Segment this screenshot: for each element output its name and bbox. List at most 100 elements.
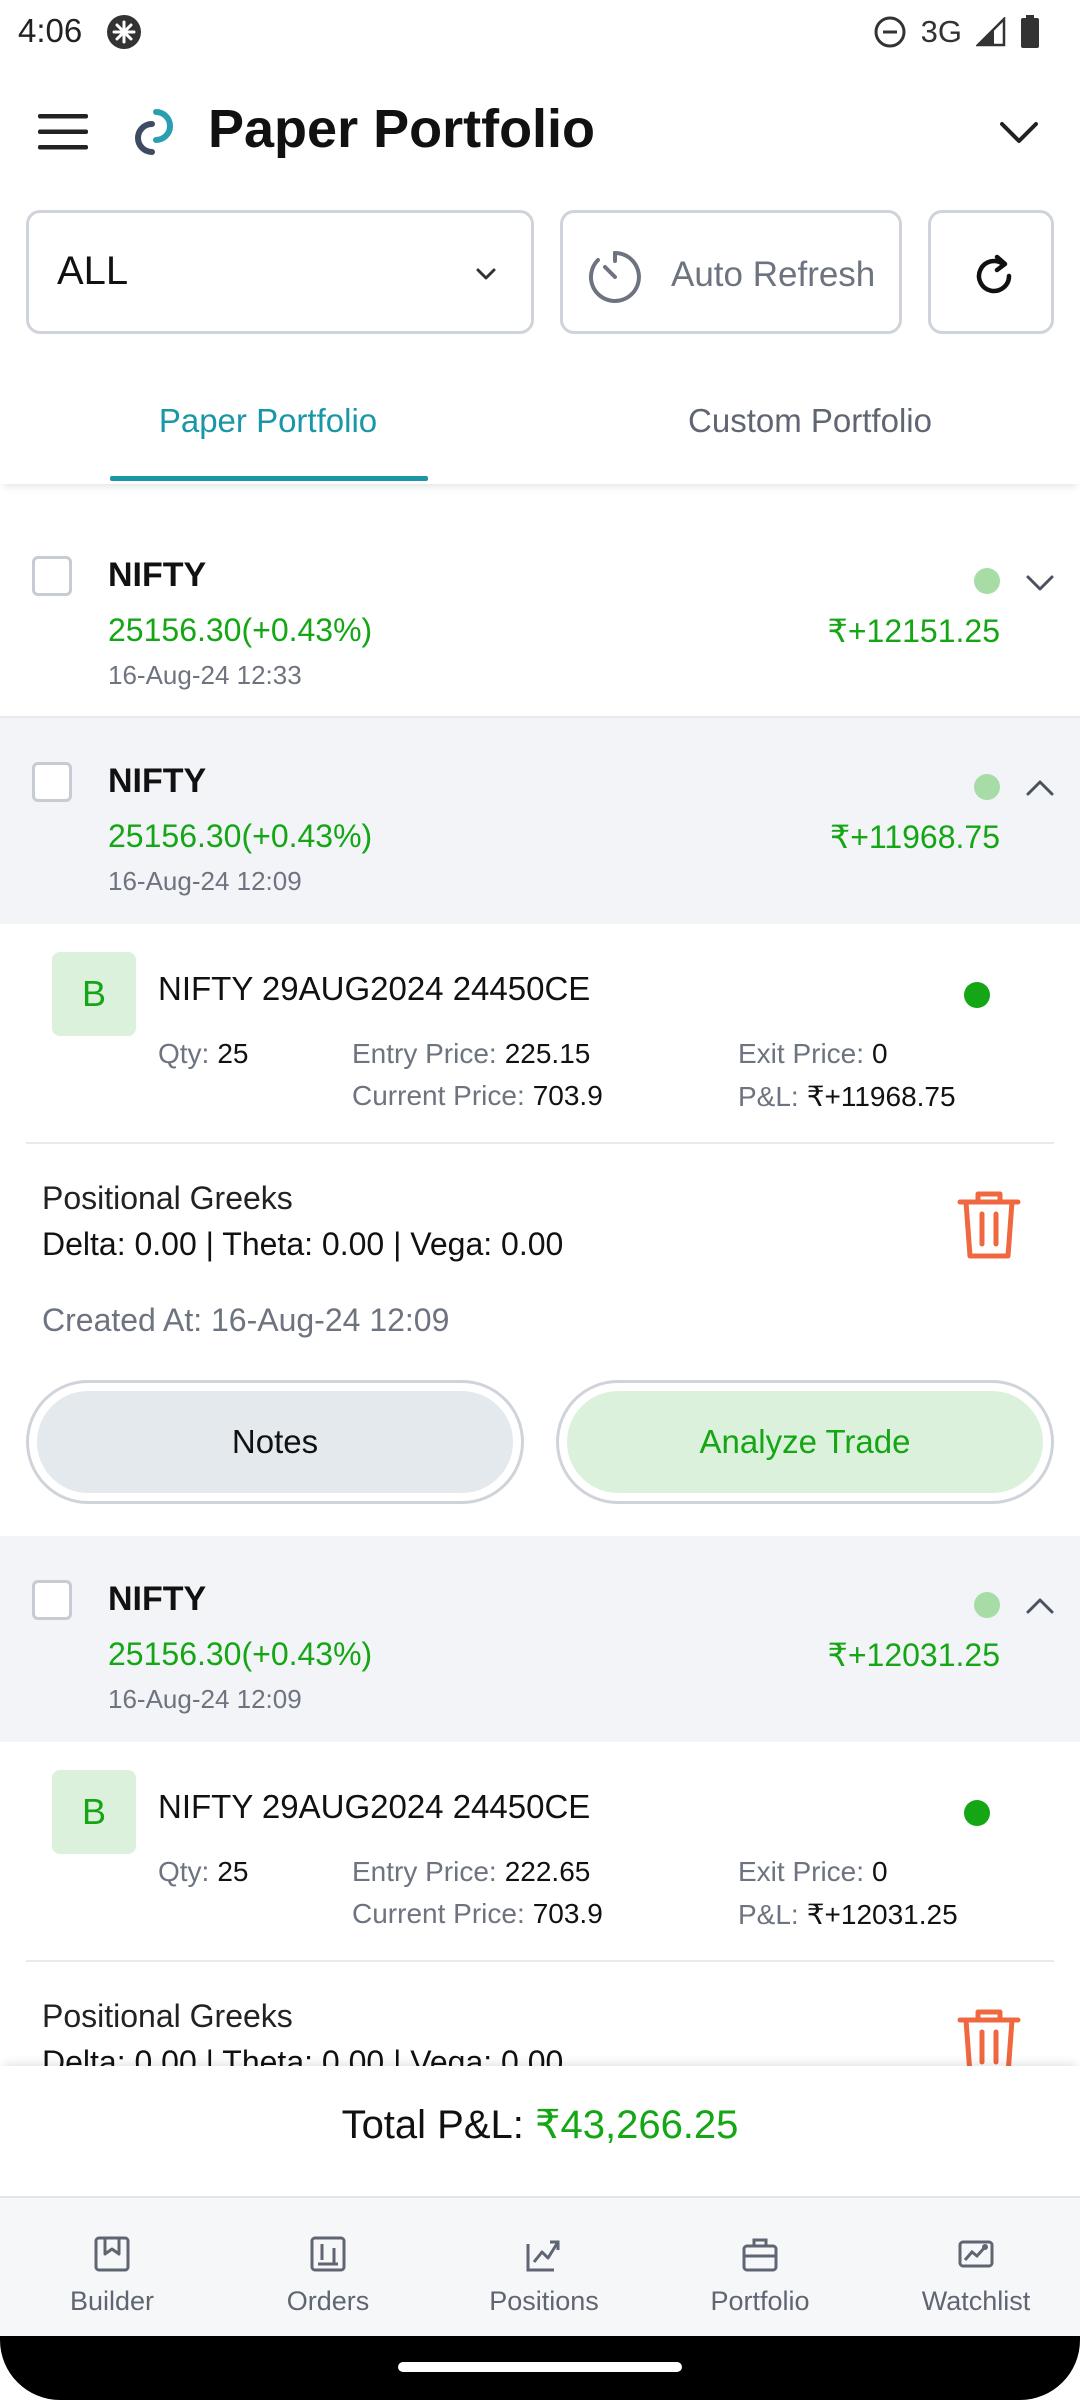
nav-orders[interactable]: Orders xyxy=(228,2234,428,2317)
group-pnl: ₹+12151.25 xyxy=(827,613,1000,649)
trash-icon[interactable] xyxy=(956,2006,1022,2066)
bottom-nav: Builder Orders Positions Portfolio Watch… xyxy=(0,2196,1080,2336)
active-tab-indicator xyxy=(110,476,428,481)
exit-label: Exit Price: xyxy=(738,1038,865,1069)
pnl-label: P&L: xyxy=(738,1899,799,1930)
group-price-change: 25156.30(+0.43%) xyxy=(108,612,373,648)
leg-current-price: Current Price: 703.9 xyxy=(352,1080,603,1112)
timer-icon xyxy=(588,251,641,303)
greeks-title: Positional Greeks xyxy=(42,1998,293,2034)
position-group-header[interactable]: NIFTY 25156.30(+0.43%) 16-Aug-24 12:09 ₹… xyxy=(0,1536,1080,1742)
signal-icon xyxy=(976,17,1006,47)
leg-status-dot xyxy=(964,1800,990,1826)
group-symbol: NIFTY xyxy=(108,1580,207,1618)
chevron-up-icon[interactable] xyxy=(1024,1590,1056,1622)
qty-value: 25 xyxy=(217,1856,249,1887)
group-price-change: 25156.30(+0.43%) xyxy=(108,818,373,854)
greeks-title: Positional Greeks xyxy=(42,1180,293,1216)
auto-refresh-button[interactable]: Auto Refresh xyxy=(560,210,902,334)
positional-greeks: Positional Greeks Delta: 0.00 | Theta: 0… xyxy=(0,1998,1080,2066)
segment-select[interactable]: ALL xyxy=(26,210,534,334)
greeks-values: Delta: 0.00 | Theta: 0.00 | Vega: 0.00 xyxy=(42,1226,564,1262)
segment-select-value: ALL xyxy=(57,249,129,293)
group-pnl: ₹+11968.75 xyxy=(829,819,1000,855)
orders-icon xyxy=(310,2236,346,2272)
leg-status-dot xyxy=(964,982,990,1008)
analyze-button-frame: Analyze Trade xyxy=(556,1380,1054,1504)
menu-icon[interactable] xyxy=(38,112,90,152)
position-leg: B NIFTY 29AUG2024 24450CE Qty: 25 Entry P… xyxy=(0,1742,1080,1962)
status-dot xyxy=(974,774,1000,800)
pnl-value: ₹+11968.75 xyxy=(806,1081,956,1112)
current-value: 703.9 xyxy=(532,1898,603,1929)
entry-value: 222.65 xyxy=(504,1856,591,1887)
nav-positions[interactable]: Positions xyxy=(444,2234,644,2317)
group-checkbox[interactable] xyxy=(32,1580,72,1620)
status-time: 4:06 xyxy=(18,12,83,49)
nav-label: Watchlist xyxy=(921,2286,1031,2316)
leg-pnl: P&L: ₹+11968.75 xyxy=(738,1080,956,1113)
positions-icon xyxy=(526,2240,560,2272)
trash-icon[interactable] xyxy=(956,1188,1022,1260)
builder-icon xyxy=(94,2236,130,2272)
notes-button[interactable]: Notes xyxy=(37,1391,513,1493)
group-checkbox[interactable] xyxy=(32,762,72,802)
group-symbol: NIFTY xyxy=(108,762,207,800)
analyze-trade-button[interactable]: Analyze Trade xyxy=(567,1391,1043,1493)
leg-current-price: Current Price: 703.9 xyxy=(352,1898,603,1930)
group-date: 16-Aug-24 12:09 xyxy=(108,866,302,896)
entry-value: 225.15 xyxy=(504,1038,591,1069)
chevron-down-icon[interactable] xyxy=(1024,566,1056,598)
divider xyxy=(26,1960,1054,1962)
pnl-value: ₹+12031.25 xyxy=(806,1899,958,1930)
status-dot xyxy=(974,568,1000,594)
entry-label: Entry Price: xyxy=(352,1038,497,1069)
position-group-header[interactable]: NIFTY 25156.30(+0.43%) 16-Aug-24 12:09 ₹… xyxy=(0,718,1080,924)
total-pnl-value: ₹43,266.25 xyxy=(535,2103,739,2147)
nav-label: Builder xyxy=(69,2286,155,2316)
side-badge: B xyxy=(52,952,136,1036)
auto-refresh-label: Auto Refresh xyxy=(671,255,876,294)
qty-label: Qty: xyxy=(158,1856,210,1887)
entry-label: Entry Price: xyxy=(352,1856,497,1887)
pnl-label: P&L: xyxy=(738,1081,799,1112)
tab-custom-portfolio[interactable]: Custom Portfolio xyxy=(620,402,1000,440)
refresh-button[interactable] xyxy=(928,210,1054,334)
nav-label: Positions xyxy=(489,2286,599,2316)
tab-paper-portfolio[interactable]: Paper Portfolio xyxy=(108,402,428,440)
nav-watchlist[interactable]: Watchlist xyxy=(876,2234,1076,2317)
chevron-down-icon[interactable] xyxy=(996,110,1042,156)
total-pnl-label: Total P&L: xyxy=(341,2103,524,2147)
app-logo-icon xyxy=(135,109,173,155)
group-checkbox[interactable] xyxy=(32,556,72,596)
greeks-values: Delta: 0.00 | Theta: 0.00 | Vega: 0.00 xyxy=(42,2044,564,2066)
home-gesture-handle[interactable] xyxy=(398,2362,682,2372)
watchlist-icon xyxy=(958,2240,994,2268)
divider xyxy=(26,1142,1054,1144)
position-group-header[interactable]: NIFTY 25156.30(+0.43%) 16-Aug-24 12:33 ₹… xyxy=(0,512,1080,718)
nav-builder[interactable]: Builder xyxy=(12,2234,212,2317)
qty-label: Qty: xyxy=(158,1038,210,1069)
app-notification-icon xyxy=(107,15,141,49)
group-date: 16-Aug-24 12:09 xyxy=(108,1684,302,1714)
chevron-up-icon[interactable] xyxy=(1024,772,1056,804)
refresh-icon xyxy=(976,254,1012,294)
total-pnl-bar: Total P&L: ₹43,266.25 xyxy=(0,2066,1080,2194)
current-label: Current Price: xyxy=(352,1898,525,1929)
do-not-disturb-icon xyxy=(874,16,906,48)
group-symbol: NIFTY xyxy=(108,556,207,594)
status-dot xyxy=(974,1592,1000,1618)
leg-entry-price: Entry Price: 222.65 xyxy=(352,1856,590,1888)
group-price-change: 25156.30(+0.43%) xyxy=(108,1636,373,1672)
exit-value: 0 xyxy=(872,1856,888,1887)
portfolio-icon xyxy=(742,2238,778,2272)
group-date: 16-Aug-24 12:33 xyxy=(108,660,302,690)
leg-qty: Qty: 25 xyxy=(158,1038,249,1070)
leg-instrument: NIFTY 29AUG2024 24450CE xyxy=(158,970,591,1007)
exit-value: 0 xyxy=(872,1038,888,1069)
portfolio-tabs: Paper Portfolio Custom Portfolio xyxy=(0,360,1080,484)
leg-pnl: P&L: ₹+12031.25 xyxy=(738,1898,958,1931)
exit-label: Exit Price: xyxy=(738,1856,865,1887)
notes-button-frame: Notes xyxy=(26,1380,524,1504)
nav-portfolio[interactable]: Portfolio xyxy=(660,2234,860,2317)
